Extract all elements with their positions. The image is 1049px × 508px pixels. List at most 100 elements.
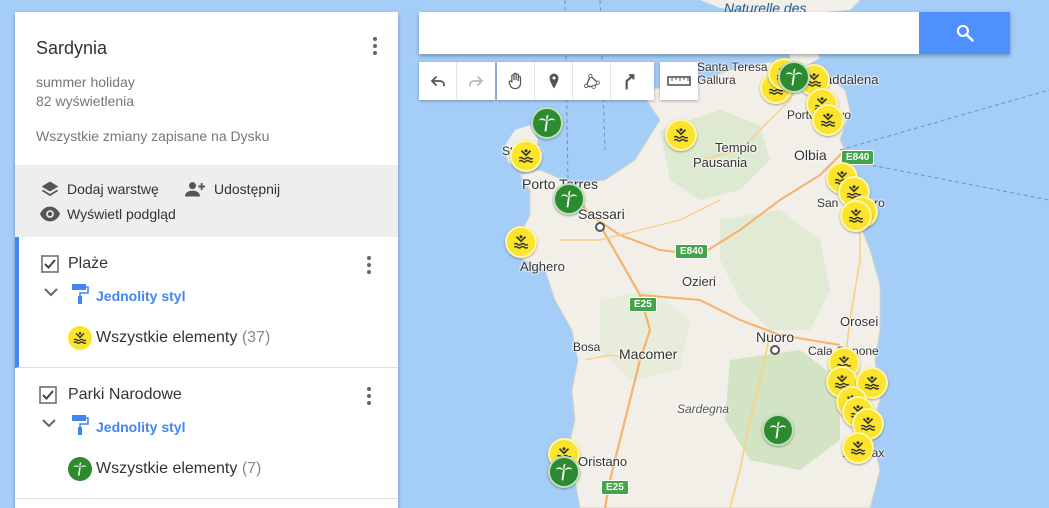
palm-tree-icon: [68, 457, 92, 481]
city-dot-sassari: [595, 222, 605, 232]
undo-button[interactable]: [419, 62, 457, 100]
draw-line-icon: [583, 73, 600, 89]
layers-icon: [41, 181, 59, 197]
beach-marker[interactable]: [842, 432, 874, 464]
palm-tree-icon: [785, 68, 803, 86]
map-label-olbia: Olbia: [794, 147, 827, 163]
beach-icon: [68, 326, 92, 350]
draw-line-button[interactable]: [573, 62, 611, 100]
layer-options-button[interactable]: [359, 384, 379, 408]
city-dot-nuoro: [770, 345, 780, 355]
layer-name[interactable]: Parki Narodowe: [68, 386, 182, 404]
park-marker[interactable]: [548, 456, 580, 488]
map-label-alghero: Alghero: [520, 259, 565, 274]
layer-all-elements[interactable]: Wszystkie elementy (37): [96, 329, 270, 347]
road-shield-e25: E25: [601, 480, 629, 495]
eye-icon: [39, 206, 61, 222]
beach-marker[interactable]: [505, 226, 537, 258]
preview-button[interactable]: Wyświetl podgląd: [39, 205, 176, 223]
preview-label: Wyświetl podgląd: [67, 206, 176, 222]
park-marker[interactable]: [762, 414, 794, 446]
share-label: Udostępnij: [214, 181, 281, 197]
save-status: Wszystkie zmiany zapisane na Dysku: [36, 128, 270, 144]
park-marker[interactable]: [531, 107, 563, 139]
measure-button[interactable]: [660, 62, 698, 100]
redo-icon: [469, 75, 484, 87]
add-marker-button[interactable]: [535, 62, 573, 100]
palm-tree-icon: [560, 190, 578, 208]
beach-marker[interactable]: [840, 200, 872, 232]
palm-tree-icon: [538, 114, 556, 132]
view-count: 82 wyświetlenia: [36, 93, 135, 109]
map-label-sardegna: Sardegna: [677, 402, 730, 416]
measure-toolbar: [660, 62, 698, 100]
map-label-tempio: Tempio: [715, 140, 757, 155]
map-label-nuoro: Nuoro: [756, 329, 795, 345]
map-options-button[interactable]: [365, 34, 385, 58]
chevron-down-icon[interactable]: [44, 287, 58, 297]
layer-name[interactable]: Plaże: [68, 255, 108, 273]
element-count: (7): [241, 460, 262, 477]
layer-options-button[interactable]: [359, 253, 379, 277]
element-count: (37): [241, 329, 271, 346]
beach-icon: [820, 113, 836, 127]
all-elements-label: Wszystkie elementy: [96, 460, 238, 477]
map-label-bosa: Bosa: [573, 340, 601, 354]
palm-tree-icon: [555, 463, 573, 481]
search-icon: [956, 24, 974, 42]
layer-visibility-checkbox[interactable]: [39, 386, 57, 404]
beach-icon: [850, 441, 866, 455]
select-hand-button[interactable]: [497, 62, 535, 100]
marker-icon: [549, 73, 558, 89]
directions-button[interactable]: [611, 62, 649, 100]
map-label-macomer: Macomer: [619, 346, 678, 362]
road-shield-e25: E25: [629, 297, 657, 312]
road-shield-e840: E840: [675, 244, 709, 259]
beach-icon: [513, 235, 529, 249]
beach-marker[interactable]: [665, 119, 697, 151]
add-person-icon: [185, 182, 205, 197]
map-label-orosei: Orosei: [840, 314, 879, 329]
map-label-oristano: Oristano: [578, 454, 628, 469]
all-elements-label: Wszystkie elementy: [96, 329, 238, 346]
ruler-icon: [667, 76, 691, 86]
layer-style-link[interactable]: Jednolity styl: [96, 419, 185, 435]
share-button[interactable]: Udostępnij: [182, 179, 280, 199]
panel-header: Sardynia summer holiday 82 wyświetlenia …: [15, 12, 398, 165]
search-button[interactable]: [919, 12, 1010, 54]
palm-tree-icon: [769, 421, 787, 439]
beach-marker[interactable]: [812, 104, 844, 136]
map-description[interactable]: summer holiday: [36, 73, 377, 92]
add-layer-label: Dodaj warstwę: [67, 181, 159, 197]
layer-all-elements[interactable]: Wszystkie elementy (7): [96, 460, 261, 478]
map-label-pausania: Pausania: [693, 155, 748, 170]
layer-visibility-checkbox[interactable]: [41, 255, 59, 273]
map-label-sassari: Sassari: [578, 206, 625, 222]
search-bar: [419, 12, 1010, 54]
beach-icon: [864, 376, 880, 390]
chevron-down-icon[interactable]: [42, 418, 56, 428]
beach-icon: [673, 128, 689, 142]
map-title[interactable]: Sardynia: [36, 38, 377, 59]
layer-beaches: Plaże Jednolity styl Wszystkie elementy …: [15, 237, 398, 368]
map-legend-panel: Sardynia summer holiday 82 wyświetlenia …: [15, 12, 398, 508]
layer-style-link[interactable]: Jednolity styl: [96, 288, 185, 304]
hand-icon: [508, 72, 521, 90]
paint-roller-icon: [72, 284, 89, 304]
search-input[interactable]: [419, 12, 919, 54]
park-marker[interactable]: [553, 183, 585, 215]
paint-roller-icon: [72, 415, 89, 435]
beach-icon: [518, 149, 534, 163]
add-layer-button[interactable]: Dodaj warstwę: [39, 179, 159, 199]
beach-icon: [860, 417, 876, 431]
redo-button[interactable]: [457, 62, 495, 100]
map-label-maddalena: addalena: [825, 72, 879, 87]
beach-icon: [848, 209, 864, 223]
undo-icon: [430, 75, 445, 87]
panel-actions: Dodaj warstwę Udostępnij Wyświetl podglą…: [15, 165, 398, 237]
directions-icon: [625, 74, 635, 90]
tools-toolbar: [497, 62, 654, 100]
park-marker[interactable]: [778, 61, 810, 93]
beach-marker[interactable]: [510, 140, 542, 172]
history-toolbar: [419, 62, 495, 100]
